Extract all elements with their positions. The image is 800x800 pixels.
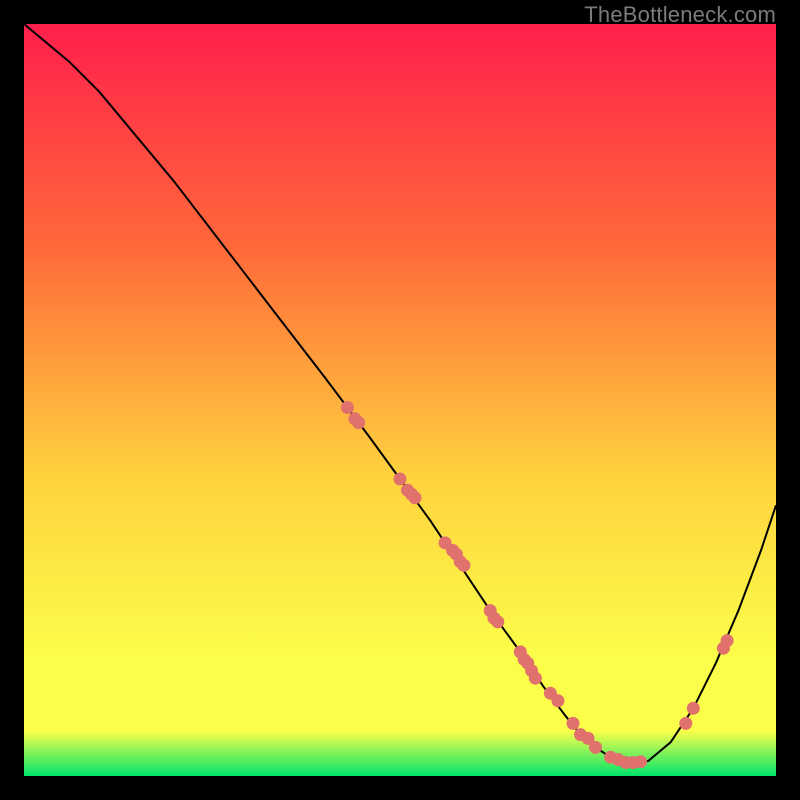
data-marker bbox=[409, 491, 422, 504]
data-marker bbox=[341, 401, 354, 414]
data-marker bbox=[394, 473, 407, 486]
data-marker bbox=[687, 702, 700, 715]
data-marker bbox=[457, 559, 470, 572]
data-marker bbox=[634, 755, 647, 768]
chart-frame bbox=[24, 24, 776, 776]
data-marker bbox=[551, 694, 564, 707]
data-marker bbox=[352, 416, 365, 429]
data-marker bbox=[491, 615, 504, 628]
data-marker bbox=[567, 717, 580, 730]
data-marker bbox=[529, 672, 542, 685]
data-marker bbox=[679, 717, 692, 730]
data-marker bbox=[589, 741, 602, 754]
data-marker bbox=[721, 634, 734, 647]
bottleneck-chart bbox=[24, 24, 776, 776]
